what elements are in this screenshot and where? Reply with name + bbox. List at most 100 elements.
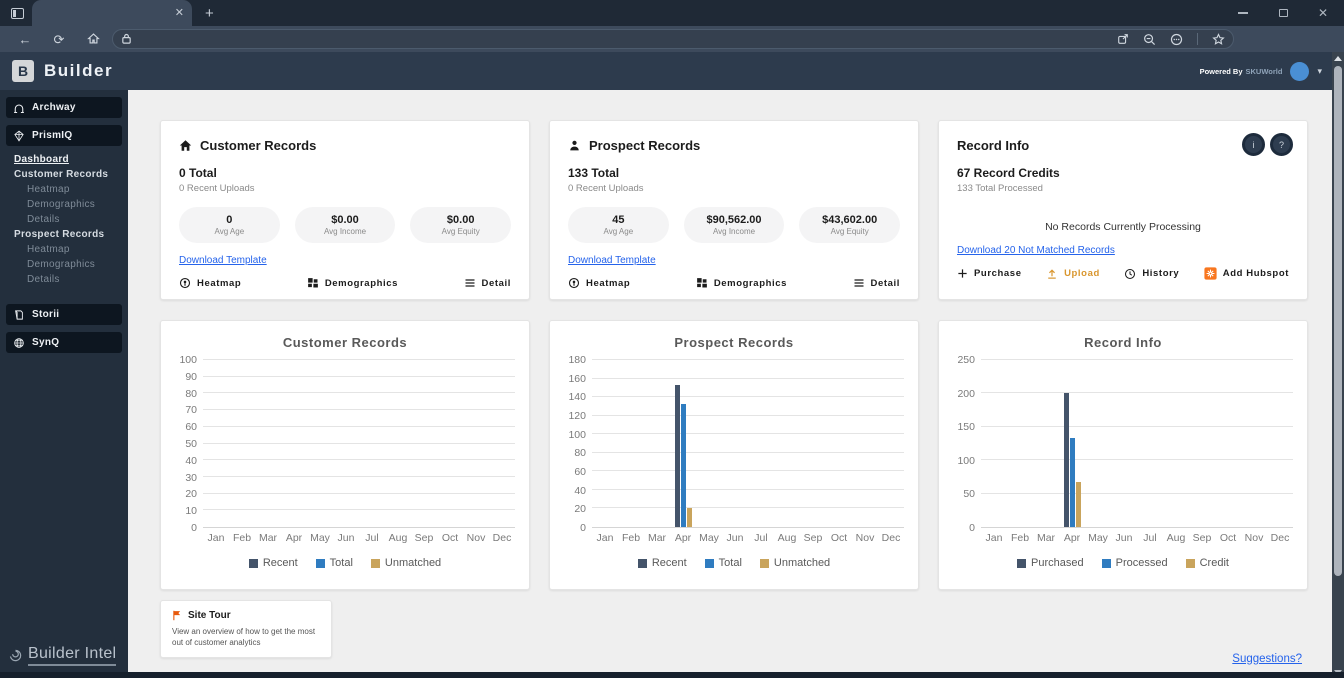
bookmark-star-icon[interactable] [1212,32,1225,46]
stat-value: $43,602.00 [822,214,878,226]
window-maximize-button[interactable] [1276,6,1290,20]
share-icon[interactable] [1117,33,1129,45]
gridline [592,507,904,509]
recent-uploads: 0 Recent Uploads [568,183,644,194]
sidebar-link-customer-records[interactable]: Customer Records [14,169,124,180]
sidebar-item-prismiq[interactable]: PrismIQ [6,125,122,146]
sidebar-item-storii[interactable]: Storii [6,304,122,325]
sidebar-item-archway[interactable]: Archway [6,97,122,118]
new-tab-button[interactable]: + [200,4,219,23]
action-demographics[interactable]: Demographics [307,277,398,289]
x-tick-label: Apr [285,532,303,544]
stat-value: $90,562.00 [706,214,762,226]
action-heatmap[interactable]: Heatmap [179,277,241,289]
sidebar-link-dashboard[interactable]: Dashboard [14,154,124,165]
info-button[interactable]: i [1242,133,1265,156]
scroll-up-arrow[interactable] [1332,52,1344,64]
chart-legend: Purchased Processed Credit [953,557,1293,569]
record-info-chart: Record Info 0 50 100 150 200 250 Jan Feb Mar Apr Ma… [938,320,1308,590]
action-upload[interactable]: Upload [1046,268,1100,280]
builder-intel-text: Builder Intel [28,645,117,666]
book-icon [15,309,23,320]
site-tour-card[interactable]: Site Tour View an overview of how to get… [160,600,332,658]
gridline [203,475,515,477]
action-label: History [1142,268,1180,279]
gridline [592,451,904,453]
gridline [592,396,904,398]
action-purchase[interactable]: Purchase [957,268,1022,279]
app-header: B Builder Powered By SKUWorld ▾ [0,52,1344,90]
y-tick-label: 0 [969,522,975,534]
sidebar-link-prospect-records[interactable]: Prospect Records [14,229,124,240]
card-title: Customer Records [200,138,317,153]
page-scrollbar[interactable] [1332,52,1344,678]
legend-item-processed: Processed [1101,557,1168,569]
sidebar-item-label: Archway [32,102,76,113]
refresh-icon[interactable]: ⟳ [50,33,68,46]
action-demographics[interactable]: Demographics [696,277,787,289]
stat-label: Avg Income [323,227,367,236]
page-bottom-strip [0,672,1344,678]
prism-icon [14,130,24,142]
sidebar-item-synq[interactable]: SynQ [6,332,122,353]
site-tour-description: View an overview of how to get the most … [172,627,316,648]
record-info-card: Record Info i ? 67 Record Credits 133 To… [938,120,1308,300]
tab-layout-icon[interactable] [9,5,26,21]
action-label: Add Hubspot [1222,268,1289,279]
upload-icon [1046,268,1058,280]
gridline [592,359,904,360]
action-detail[interactable]: Detail [464,277,511,289]
x-tick-label: Aug [1166,532,1186,544]
swirl-icon [9,649,22,662]
address-bar-icons [1117,32,1225,46]
back-icon[interactable]: ← [16,33,34,46]
sidebar-link-details[interactable]: Details [27,214,124,225]
hubspot-icon [1204,267,1217,280]
tab-close-icon[interactable]: ✕ [175,7,184,19]
x-axis-labels: Jan Feb Mar Apr May Jun Jul Aug Sep Oct Nov Dec [981,528,1293,548]
y-tick-label: 80 [574,447,586,460]
sidebar-link-details[interactable]: Details [27,274,124,285]
legend-swatch [1017,558,1027,568]
y-tick-label: 40 [185,454,197,467]
download-not-matched-link[interactable]: Download 20 Not Matched Records [957,245,1115,256]
action-label: Demographics [324,277,399,289]
sidebar-link-demographics[interactable]: Demographics [27,199,124,210]
address-bar[interactable] [112,29,1234,49]
action-add-hubspot[interactable]: Add Hubspot [1204,267,1289,280]
customer-records-card: Customer Records 0 Total 0 Recent Upload… [160,120,530,300]
zoom-out-icon[interactable] [1143,33,1156,46]
help-button[interactable]: ? [1270,133,1293,156]
stat-pill-avg-equity: $0.00 Avg Equity [410,207,512,243]
action-heatmap[interactable]: Heatmap [568,277,630,289]
y-tick-label: 0 [191,522,197,534]
action-detail[interactable]: Detail [853,277,900,289]
chevron-down-icon[interactable]: ▾ [1317,66,1322,77]
sidebar-link-heatmap[interactable]: Heatmap [27,244,124,255]
customer-records-chart: Customer Records 0 10 20 30 40 50 60 70 80 90 100 Ja… [160,320,530,590]
legend-label: Total [718,557,742,569]
builder-logo: B [12,60,34,82]
stat-pill-avg-income: $90,562.00 Avg Income [683,207,785,243]
scrollbar-thumb[interactable] [1334,66,1342,576]
download-template-link[interactable]: Download Template [179,255,267,266]
card-actions: Heatmap Demographics Detail [568,277,900,289]
chart-title: Customer Records [282,335,408,350]
sidebar-link-heatmap[interactable]: Heatmap [27,184,124,195]
action-label: Purchase [974,268,1022,279]
browser-tab[interactable]: ✕ [32,0,192,26]
bar-processed-apr [1069,438,1075,527]
x-tick-label: Oct [441,532,459,544]
download-template-link[interactable]: Download Template [568,255,656,266]
avatar[interactable] [1290,61,1310,81]
window-minimize-button[interactable] [1236,6,1250,20]
suggestions-link[interactable]: Suggestions? [1232,653,1302,665]
home-icon[interactable] [84,32,102,47]
action-history[interactable]: History [1124,268,1179,280]
extensions-menu-icon[interactable] [1170,33,1183,46]
sidebar-item-label: Storii [32,309,60,320]
heatmap-icon [568,277,580,289]
sidebar-link-demographics[interactable]: Demographics [27,259,124,270]
arch-icon [14,103,24,113]
window-close-button[interactable]: ✕ [1316,6,1330,20]
